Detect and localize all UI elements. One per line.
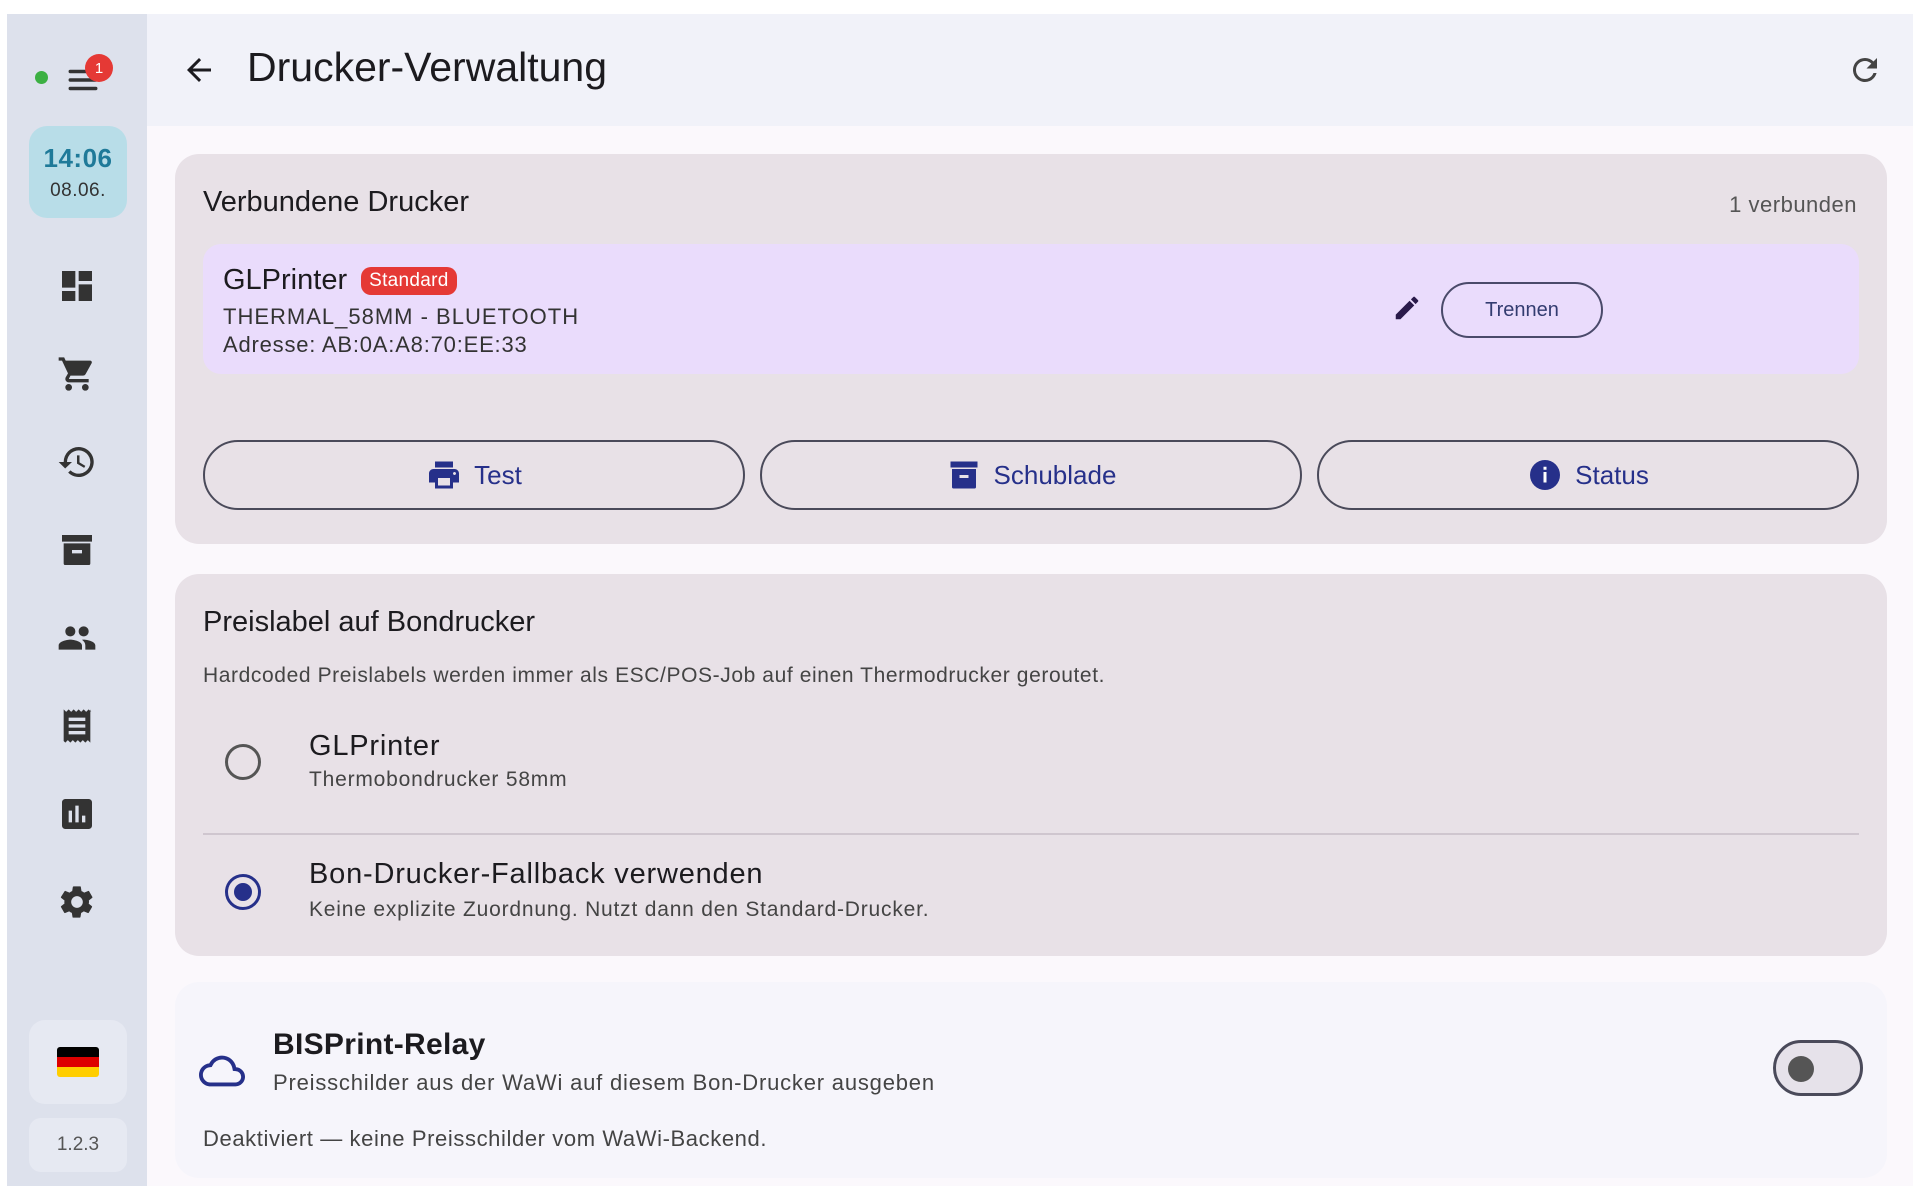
drawer-label: Schublade (993, 459, 1117, 490)
sidebar: 1 14:06 08.06. 1.2.3 (7, 14, 147, 1186)
connected-count: 1 verbunden (1729, 192, 1857, 217)
price-label-description: Hardcoded Preislabels werden immer als E… (203, 664, 1106, 687)
disconnect-button[interactable]: Trennen (1441, 282, 1603, 338)
printer-item: GLPrinter Standard THERMAL_58MM - BLUETO… (203, 244, 1859, 374)
cloud-icon (199, 1055, 245, 1087)
de-flag-icon (57, 1047, 99, 1077)
printer-icon (429, 461, 460, 489)
clock-card: 14:06 08.06. (29, 126, 127, 218)
printer-status-button[interactable]: Status (1317, 440, 1859, 510)
option-fallback-label: Bon-Drucker-Fallback verwenden (309, 858, 764, 890)
page-title: Drucker-Verwaltung (247, 44, 608, 90)
cart-icon[interactable] (52, 349, 102, 399)
option-glprinter-label: GLPrinter (309, 730, 441, 762)
dashboard-icon[interactable] (52, 261, 102, 311)
connection-status-dot (35, 71, 48, 84)
price-label-title: Preislabel auf Bondrucker (203, 606, 536, 638)
info-icon (1530, 460, 1561, 490)
notification-badge[interactable]: 1 (85, 54, 113, 82)
printer-address: Adresse: AB:0A:A8:70:EE:33 (223, 332, 528, 357)
radio-fallback[interactable] (225, 874, 261, 910)
printer-type: THERMAL_58MM - BLUETOOTH (223, 304, 580, 329)
clock-time: 14:06 (43, 142, 113, 173)
radio-glprinter[interactable] (225, 744, 261, 780)
test-label: Test (474, 459, 522, 490)
reports-icon[interactable] (52, 789, 102, 839)
relay-title: BISPrint-Relay (273, 1028, 486, 1061)
option-fallback-sub: Keine explizite Zuordnung. Nutzt dann de… (309, 898, 930, 921)
connected-printers-title: Verbundene Drucker (203, 186, 469, 218)
relay-subtitle: Preisschilder aus der WaWi auf diesem Bo… (273, 1070, 935, 1095)
relay-toggle-knob (1788, 1056, 1814, 1082)
relay-toggle[interactable] (1773, 1040, 1863, 1096)
app-version: 1.2.3 (29, 1118, 127, 1172)
option-glprinter-sub: Thermobondrucker 58mm (309, 768, 568, 791)
test-print-button[interactable]: Test (203, 440, 745, 510)
top-app-bar: Drucker-Verwaltung (147, 14, 1913, 126)
open-drawer-button[interactable]: Schublade (760, 440, 1302, 510)
drawer-icon (950, 461, 978, 489)
customers-icon[interactable] (52, 613, 102, 663)
history-icon[interactable] (52, 437, 102, 487)
receipt-icon[interactable] (52, 701, 102, 751)
connected-printers-card: Verbundene Drucker 1 verbunden GLPrinter… (175, 154, 1887, 544)
edit-pencil-icon[interactable] (1387, 288, 1427, 328)
default-badge: Standard (361, 266, 457, 295)
archive-icon[interactable] (52, 525, 102, 575)
relay-status: Deaktiviert — keine Preisschilder vom Wa… (203, 1126, 768, 1151)
option-divider (203, 833, 1859, 835)
printer-name-row: GLPrinter Standard (223, 264, 457, 297)
status-label: Status (1575, 459, 1649, 490)
app-frame: 1 14:06 08.06. 1.2.3 Drucker-Verwaltung … (7, 14, 1913, 1186)
option-glprinter[interactable]: GLPrinter Thermobondrucker 58mm (203, 706, 1859, 816)
clock-date: 08.06. (50, 179, 106, 201)
price-label-card: Preislabel auf Bondrucker Hardcoded Prei… (175, 574, 1887, 956)
settings-gear-icon[interactable] (52, 877, 102, 927)
relay-card: BISPrint-Relay Preisschilder aus der WaW… (175, 982, 1887, 1178)
back-arrow-icon[interactable] (177, 48, 221, 92)
language-selector[interactable] (29, 1020, 127, 1104)
option-fallback[interactable]: Bon-Drucker-Fallback verwenden Keine exp… (203, 836, 1859, 946)
printer-name: GLPrinter (223, 264, 348, 296)
refresh-icon[interactable] (1843, 48, 1887, 92)
